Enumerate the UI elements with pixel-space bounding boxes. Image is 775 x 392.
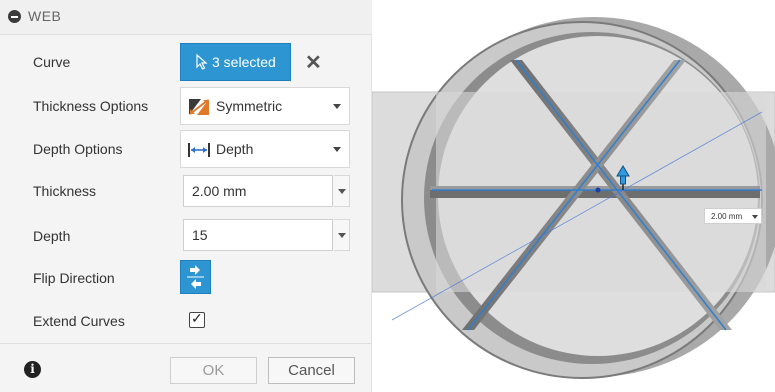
depth-icon	[188, 143, 210, 157]
info-icon[interactable]: i	[24, 361, 41, 378]
depth-options-dropdown[interactable]: Depth	[180, 130, 350, 168]
web-dialog: WEB Curve 3 selected ✕ Thickness Options…	[0, 0, 372, 392]
thickness-value: 2.00 mm	[192, 183, 247, 199]
thickness-options-dropdown[interactable]: Symmetric	[180, 87, 350, 125]
dialog-header: WEB	[0, 0, 372, 35]
chevron-down-icon	[333, 147, 341, 152]
collapse-icon[interactable]	[8, 10, 21, 23]
wheel-model	[372, 17, 775, 379]
dimension-callout-value: 2.00 mm	[711, 212, 743, 221]
thickness-label: Thickness	[33, 183, 97, 199]
cancel-button[interactable]: Cancel	[268, 357, 355, 384]
flip-icon	[187, 265, 204, 289]
thickness-options-label: Thickness Options	[33, 98, 149, 114]
depth-value: 15	[192, 227, 208, 243]
flip-direction-label: Flip Direction	[33, 270, 115, 286]
symmetric-icon	[189, 99, 209, 115]
dimension-callout[interactable]: 2.00 mm	[704, 208, 762, 224]
flip-direction-button[interactable]	[180, 260, 211, 294]
depth-options-label: Depth Options	[33, 141, 123, 157]
depth-options-value: Depth	[216, 141, 254, 157]
cursor-arrow-icon	[196, 54, 208, 70]
chevron-down-icon	[752, 215, 758, 219]
checkmark-icon: ✓	[191, 310, 203, 326]
depth-dropdown-arrow[interactable]	[334, 219, 350, 251]
extend-curves-label: Extend Curves	[33, 313, 125, 329]
ok-button[interactable]: OK	[170, 357, 257, 384]
thickness-options-value: Symmetric	[216, 98, 283, 114]
chevron-down-icon	[333, 104, 341, 109]
extend-curves-checkbox[interactable]: ✓	[189, 310, 205, 328]
clear-selection-icon[interactable]: ✕	[305, 50, 322, 75]
model-viewport[interactable]: 2.00 mm	[372, 0, 775, 392]
curve-label: Curve	[33, 54, 71, 70]
curve-selected-count: 3 selected	[212, 54, 276, 70]
thickness-input[interactable]: 2.00 mm	[183, 175, 333, 207]
thickness-dropdown-arrow[interactable]	[334, 175, 350, 207]
dialog-title: WEB	[28, 8, 62, 24]
depth-label: Depth	[33, 228, 71, 244]
depth-input[interactable]: 15	[183, 219, 333, 251]
curve-select-button[interactable]: 3 selected	[180, 43, 291, 81]
footer-divider	[0, 343, 372, 344]
